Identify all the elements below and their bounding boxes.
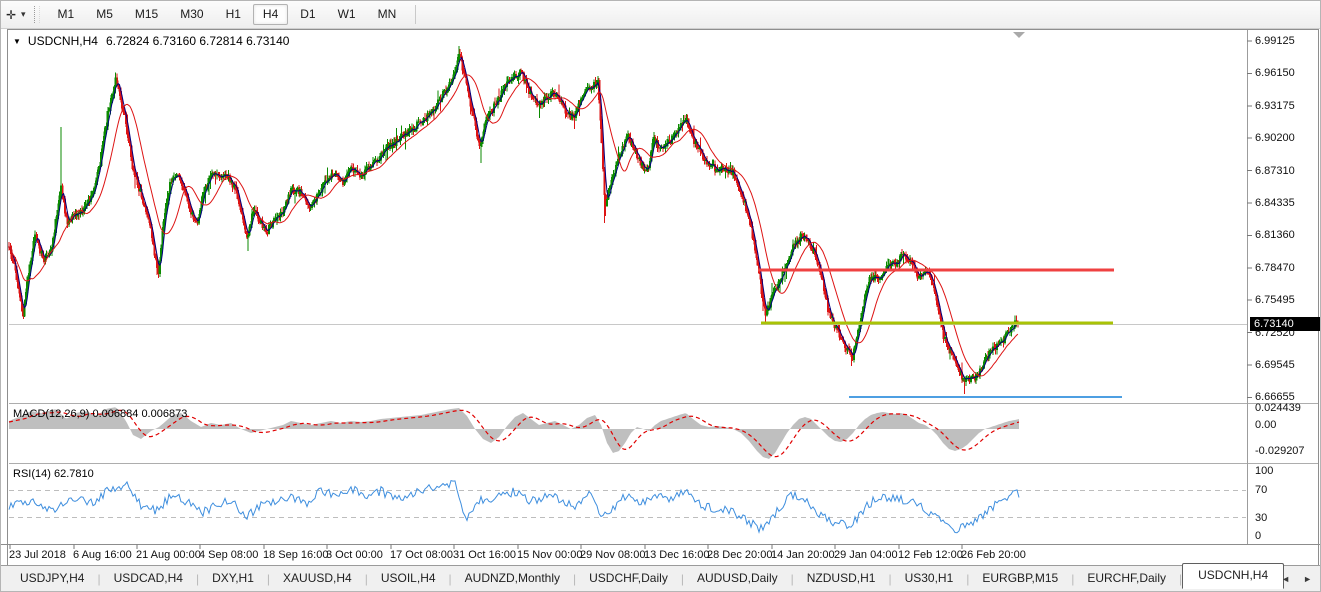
chart-tab-audnzd-monthly[interactable]: AUDNZD,Monthly (452, 567, 573, 590)
rsi-axis-label: 30 (1255, 512, 1267, 524)
chart-tab-usdjpy-h4[interactable]: USDJPY,H4 (7, 567, 97, 590)
timeframe-button-d1[interactable]: D1 (290, 4, 325, 25)
timeframe-button-w1[interactable]: W1 (328, 4, 366, 25)
price-axis-label: 6.99125 (1255, 35, 1295, 47)
chart-tabbar: USDJPY,H4|USDCAD,H4|DXY,H1|XAUUSD,H4|USO… (1, 565, 1320, 591)
chart-tab-xauusd-h4[interactable]: XAUUSD,H4 (270, 567, 365, 590)
tab-scroll-left-icon[interactable]: ◄ (1281, 574, 1290, 584)
cursor-tool-caret-icon[interactable]: ▾ (21, 9, 26, 20)
date-axis-label: 12 Feb 12:00 (898, 549, 963, 561)
rsi-axis-label: 0 (1255, 530, 1261, 542)
date-axis-label: 17 Oct 08:00 (390, 549, 453, 561)
bear-candle-wicks (9, 49, 1018, 394)
price-axis-label: 6.93175 (1255, 100, 1295, 112)
price-axis-label: 6.87310 (1255, 165, 1295, 177)
timeframe-button-h4[interactable]: H4 (253, 4, 288, 25)
date-axis-label: 31 Oct 16:00 (453, 549, 516, 561)
date-axis-label: 23 Jul 2018 (9, 549, 66, 561)
date-axis-label: 3 Oct 00:00 (326, 549, 383, 561)
ma-fast-line (9, 58, 1018, 380)
timeframe-buttons: M1M5M15M30H1H4D1W1MN (47, 4, 408, 25)
date-axis-label: 13 Dec 16:00 (644, 549, 709, 561)
date-axis-label: 26 Feb 20:00 (961, 549, 1026, 561)
chart-tab-nzdusd-h1[interactable]: NZDUSD,H1 (794, 567, 889, 590)
date-axis-label: 21 Aug 00:00 (136, 549, 201, 561)
chart-tab-eurgbp-m15[interactable]: EURGBP,M15 (969, 567, 1071, 590)
price-axis-label: 6.69545 (1255, 359, 1295, 371)
macd-axis-label: 0.00 (1255, 419, 1276, 431)
chart-tab-audusd-daily[interactable]: AUDUSD,Daily (684, 567, 791, 590)
chart-tab-usdcnh-h4[interactable]: USDCNH,H4 (1182, 563, 1284, 589)
timeframe-button-m1[interactable]: M1 (48, 4, 85, 25)
ma-slow-line (9, 75, 1018, 376)
chart-tabs: USDJPY,H4|USDCAD,H4|DXY,H1|XAUUSD,H4|USO… (7, 567, 1284, 590)
bull-candle-wicks (25, 46, 1016, 386)
date-axis-label: 28 Dec 20:00 (707, 549, 772, 561)
rsi-axis-label: 70 (1255, 484, 1267, 496)
chart-ohlc: 6.72824 6.73160 6.72814 6.73140 (106, 34, 290, 48)
mt4-window: ✛ ▾ M1M5M15M30H1H4D1W1MN ▼ USDCNH,H4 6.728… (0, 0, 1321, 592)
chart-symbol: USDCNH,H4 (28, 34, 98, 48)
toolbar-separator (415, 5, 416, 24)
date-axis-label: 29 Jan 04:00 (834, 549, 898, 561)
timeframe-button-mn[interactable]: MN (368, 4, 407, 25)
scroll-to-end-icon (1013, 32, 1025, 38)
macd-label: MACD(12,26,9) 0.006884 0.006873 (13, 408, 187, 420)
price-axis-label: 6.90200 (1255, 132, 1295, 144)
timeframe-button-m30[interactable]: M30 (170, 4, 213, 25)
current-price-tag: 6.73140 (1250, 317, 1320, 331)
date-axis-label: 15 Nov 00:00 (517, 549, 582, 561)
timeframe-button-m5[interactable]: M5 (86, 4, 123, 25)
chart-tab-usdcad-h4[interactable]: USDCAD,H4 (101, 567, 196, 590)
price-axis-label: 6.81360 (1255, 229, 1295, 241)
macd-axis-label: 0.024439 (1255, 402, 1301, 414)
rsi-label: RSI(14) 62.7810 (13, 468, 94, 480)
rsi-axis-label: 100 (1255, 465, 1273, 477)
date-axis-label: 18 Sep 16:00 (263, 549, 328, 561)
timeframe-toolbar: ✛ ▾ M1M5M15M30H1H4D1W1MN (1, 1, 1320, 29)
price-axis-label: 6.75495 (1255, 294, 1295, 306)
chart-tab-eurchf-daily[interactable]: EURCHF,Daily (1074, 567, 1179, 590)
tab-scroll-arrows: ◄ ► (1281, 566, 1312, 591)
tab-scroll-right-icon[interactable]: ► (1303, 574, 1312, 584)
timeframe-button-m15[interactable]: M15 (125, 4, 168, 25)
date-axis-label: 4 Sep 08:00 (199, 549, 258, 561)
rsi-line (9, 481, 1019, 533)
chart-tab-us30-h1[interactable]: US30,H1 (892, 567, 967, 590)
price-axis-label: 6.84335 (1255, 197, 1295, 209)
date-axis-label: 29 Nov 08:00 (580, 549, 645, 561)
chart-title: ▼ USDCNH,H4 6.72824 6.73160 6.72814 6.7314… (13, 34, 289, 48)
chart-tab-dxy-h1[interactable]: DXY,H1 (199, 567, 267, 590)
macd-axis-label: -0.029207 (1255, 445, 1305, 457)
toolbar-grip[interactable] (34, 6, 40, 23)
price-axis-label: 6.96150 (1255, 67, 1295, 79)
cursor-tool-icon[interactable]: ✛ (3, 8, 19, 22)
date-axis-label: 14 Jan 20:00 (771, 549, 835, 561)
price-axis-label: 6.78470 (1255, 262, 1295, 274)
chart-tab-usdchf-daily[interactable]: USDCHF,Daily (576, 567, 681, 590)
chart-tab-usoil-h4[interactable]: USOIL,H4 (368, 567, 449, 590)
price-chart[interactable] (1, 1, 1321, 592)
chart-dropdown-icon[interactable]: ▼ (13, 37, 21, 46)
date-axis-label: 6 Aug 16:00 (73, 549, 132, 561)
timeframe-button-h1[interactable]: H1 (216, 4, 251, 25)
